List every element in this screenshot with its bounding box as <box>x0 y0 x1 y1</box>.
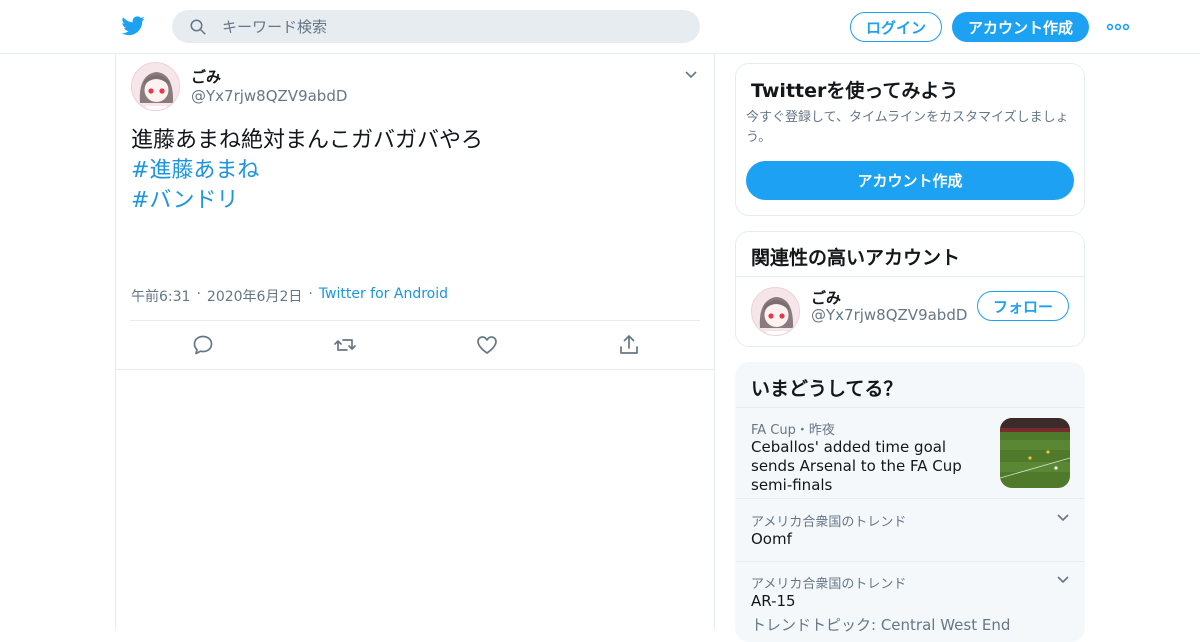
avatar-image-icon <box>752 288 799 335</box>
trend-title: Ceballos' added time goal sends Arsenal … <box>751 438 962 494</box>
caret-down-icon[interactable] <box>1056 575 1070 585</box>
trends-card-title: いまどうしてる？ <box>751 378 903 400</box>
search-icon <box>190 19 206 35</box>
tweet-body: 進藤あまね絶対まんこガバガバやろ <box>131 128 484 153</box>
like-icon[interactable] <box>475 333 499 357</box>
separator-dot: · <box>308 286 313 302</box>
divider <box>130 320 700 321</box>
divider <box>116 369 714 370</box>
follow-button[interactable]: フォロー <box>977 291 1069 321</box>
signup-button[interactable]: アカウント作成 <box>952 12 1089 42</box>
divider <box>736 276 1084 277</box>
related-user-handle[interactable]: @Yx7rjw8QZV9abdD <box>811 306 967 324</box>
signup-card-subtitle: 今すぐ登録して、タイムラインをカスタマイズしましょう。 <box>746 110 1069 145</box>
signup-card-title: Twitterを使ってみよう <box>751 80 959 102</box>
trend-title: AR-15 <box>751 592 796 610</box>
twitter-bird-icon[interactable] <box>120 14 146 38</box>
avatar[interactable] <box>131 62 180 111</box>
related-accounts-card: 関連性の高いアカウント ごみ @Yx7rjw8QZV9abdD フォロー <box>735 231 1085 347</box>
trend-meta: アメリカ合衆国のトレンド <box>751 577 907 592</box>
trend-thumbnail[interactable] <box>1000 418 1070 488</box>
trend-item[interactable]: FA Cup・昨夜 Ceballos' added time goal send… <box>736 408 1084 498</box>
top-bar: ログイン アカウント作成 <box>0 0 1200 54</box>
trends-card: いまどうしてる？ FA Cup・昨夜 Ceballos' added time … <box>735 362 1085 642</box>
trend-item[interactable]: アメリカ合衆国のトレンド AR-15 トレンドトピック: Central Wes… <box>736 562 1084 641</box>
trend-meta: FA Cup・昨夜 <box>751 423 835 438</box>
related-user-name[interactable]: ごみ <box>811 287 841 308</box>
avatar-image-icon <box>132 63 179 110</box>
hashtag-link[interactable]: #バンドリ <box>131 186 701 216</box>
tweet-date[interactable]: 2020年6月2日 <box>207 286 302 306</box>
tweet-column: ごみ @Yx7rjw8QZV9abdD 進藤あまね絶対まんこガバガバやろ #進藤… <box>115 54 715 630</box>
signup-card-button[interactable]: アカウント作成 <box>746 161 1074 200</box>
user-name[interactable]: ごみ <box>191 66 221 87</box>
hashtag-link[interactable]: #進藤あまね <box>131 156 701 186</box>
user-handle[interactable]: @Yx7rjw8QZV9abdD <box>191 87 347 105</box>
avatar[interactable] <box>751 287 800 336</box>
share-icon[interactable] <box>617 333 641 357</box>
separator-dot: · <box>196 286 201 302</box>
caret-down-icon[interactable] <box>1056 513 1070 523</box>
search-input[interactable] <box>222 10 682 43</box>
signup-card: Twitterを使ってみよう 今すぐ登録して、タイムラインをカスタマイズしましょ… <box>735 63 1085 216</box>
tweet-source[interactable]: Twitter for Android <box>319 286 448 306</box>
tweet-text: 進藤あまね絶対まんこガバガバやろ #進藤あまね #バンドリ <box>131 126 701 216</box>
trend-meta: アメリカ合衆国のトレンド <box>751 515 907 530</box>
more-icon[interactable] <box>1106 22 1130 32</box>
tweet-actions <box>116 331 714 369</box>
retweet-icon[interactable] <box>333 333 357 357</box>
search-bar[interactable] <box>172 10 700 43</box>
trend-extra: トレンドトピック: Central West End <box>751 616 1011 634</box>
related-card-title: 関連性の高いアカウント <box>751 247 961 269</box>
tweet-meta: 午前6:31 · 2020年6月2日 · Twitter for Android <box>131 286 448 306</box>
tweet-time[interactable]: 午前6:31 <box>131 286 190 306</box>
trend-title: Oomf <box>751 530 792 548</box>
trend-item[interactable]: アメリカ合衆国のトレンド Oomf <box>736 499 1084 561</box>
login-button[interactable]: ログイン <box>850 12 942 42</box>
caret-down-icon[interactable] <box>684 70 698 80</box>
reply-icon[interactable] <box>191 333 215 357</box>
